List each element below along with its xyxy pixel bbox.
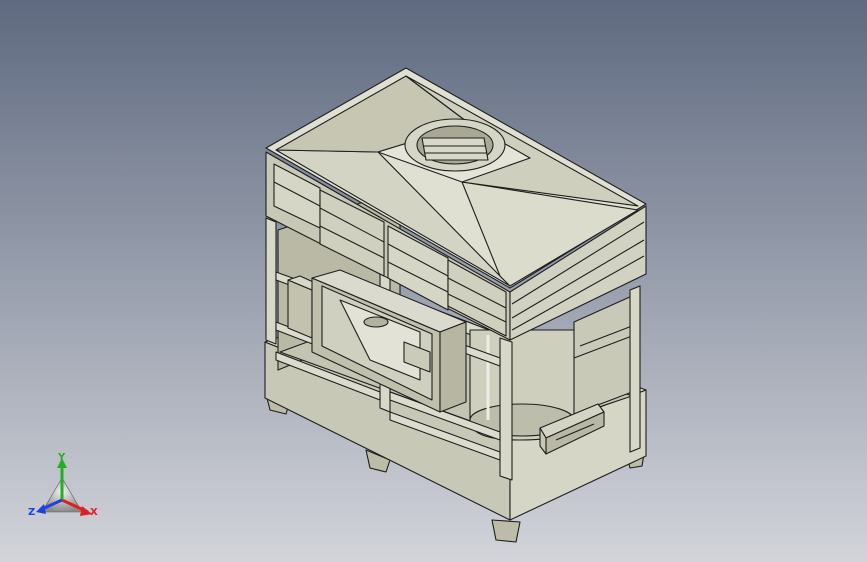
inlet-duct-right (439, 321, 467, 413)
viewport-canvas[interactable]: X Y Z (0, 0, 867, 562)
triad-y-label: Y (57, 452, 66, 463)
graphics-viewport[interactable]: X Y Z (0, 0, 867, 562)
triad-x-label: X (90, 507, 98, 518)
exhaust-damper (421, 137, 489, 161)
post-right (629, 285, 641, 453)
triad-z-label: Z (28, 507, 35, 518)
post-left-rear (265, 217, 277, 345)
post-front-corner (499, 337, 513, 481)
foot-front (491, 519, 521, 543)
inlet-duct-port (363, 316, 389, 328)
